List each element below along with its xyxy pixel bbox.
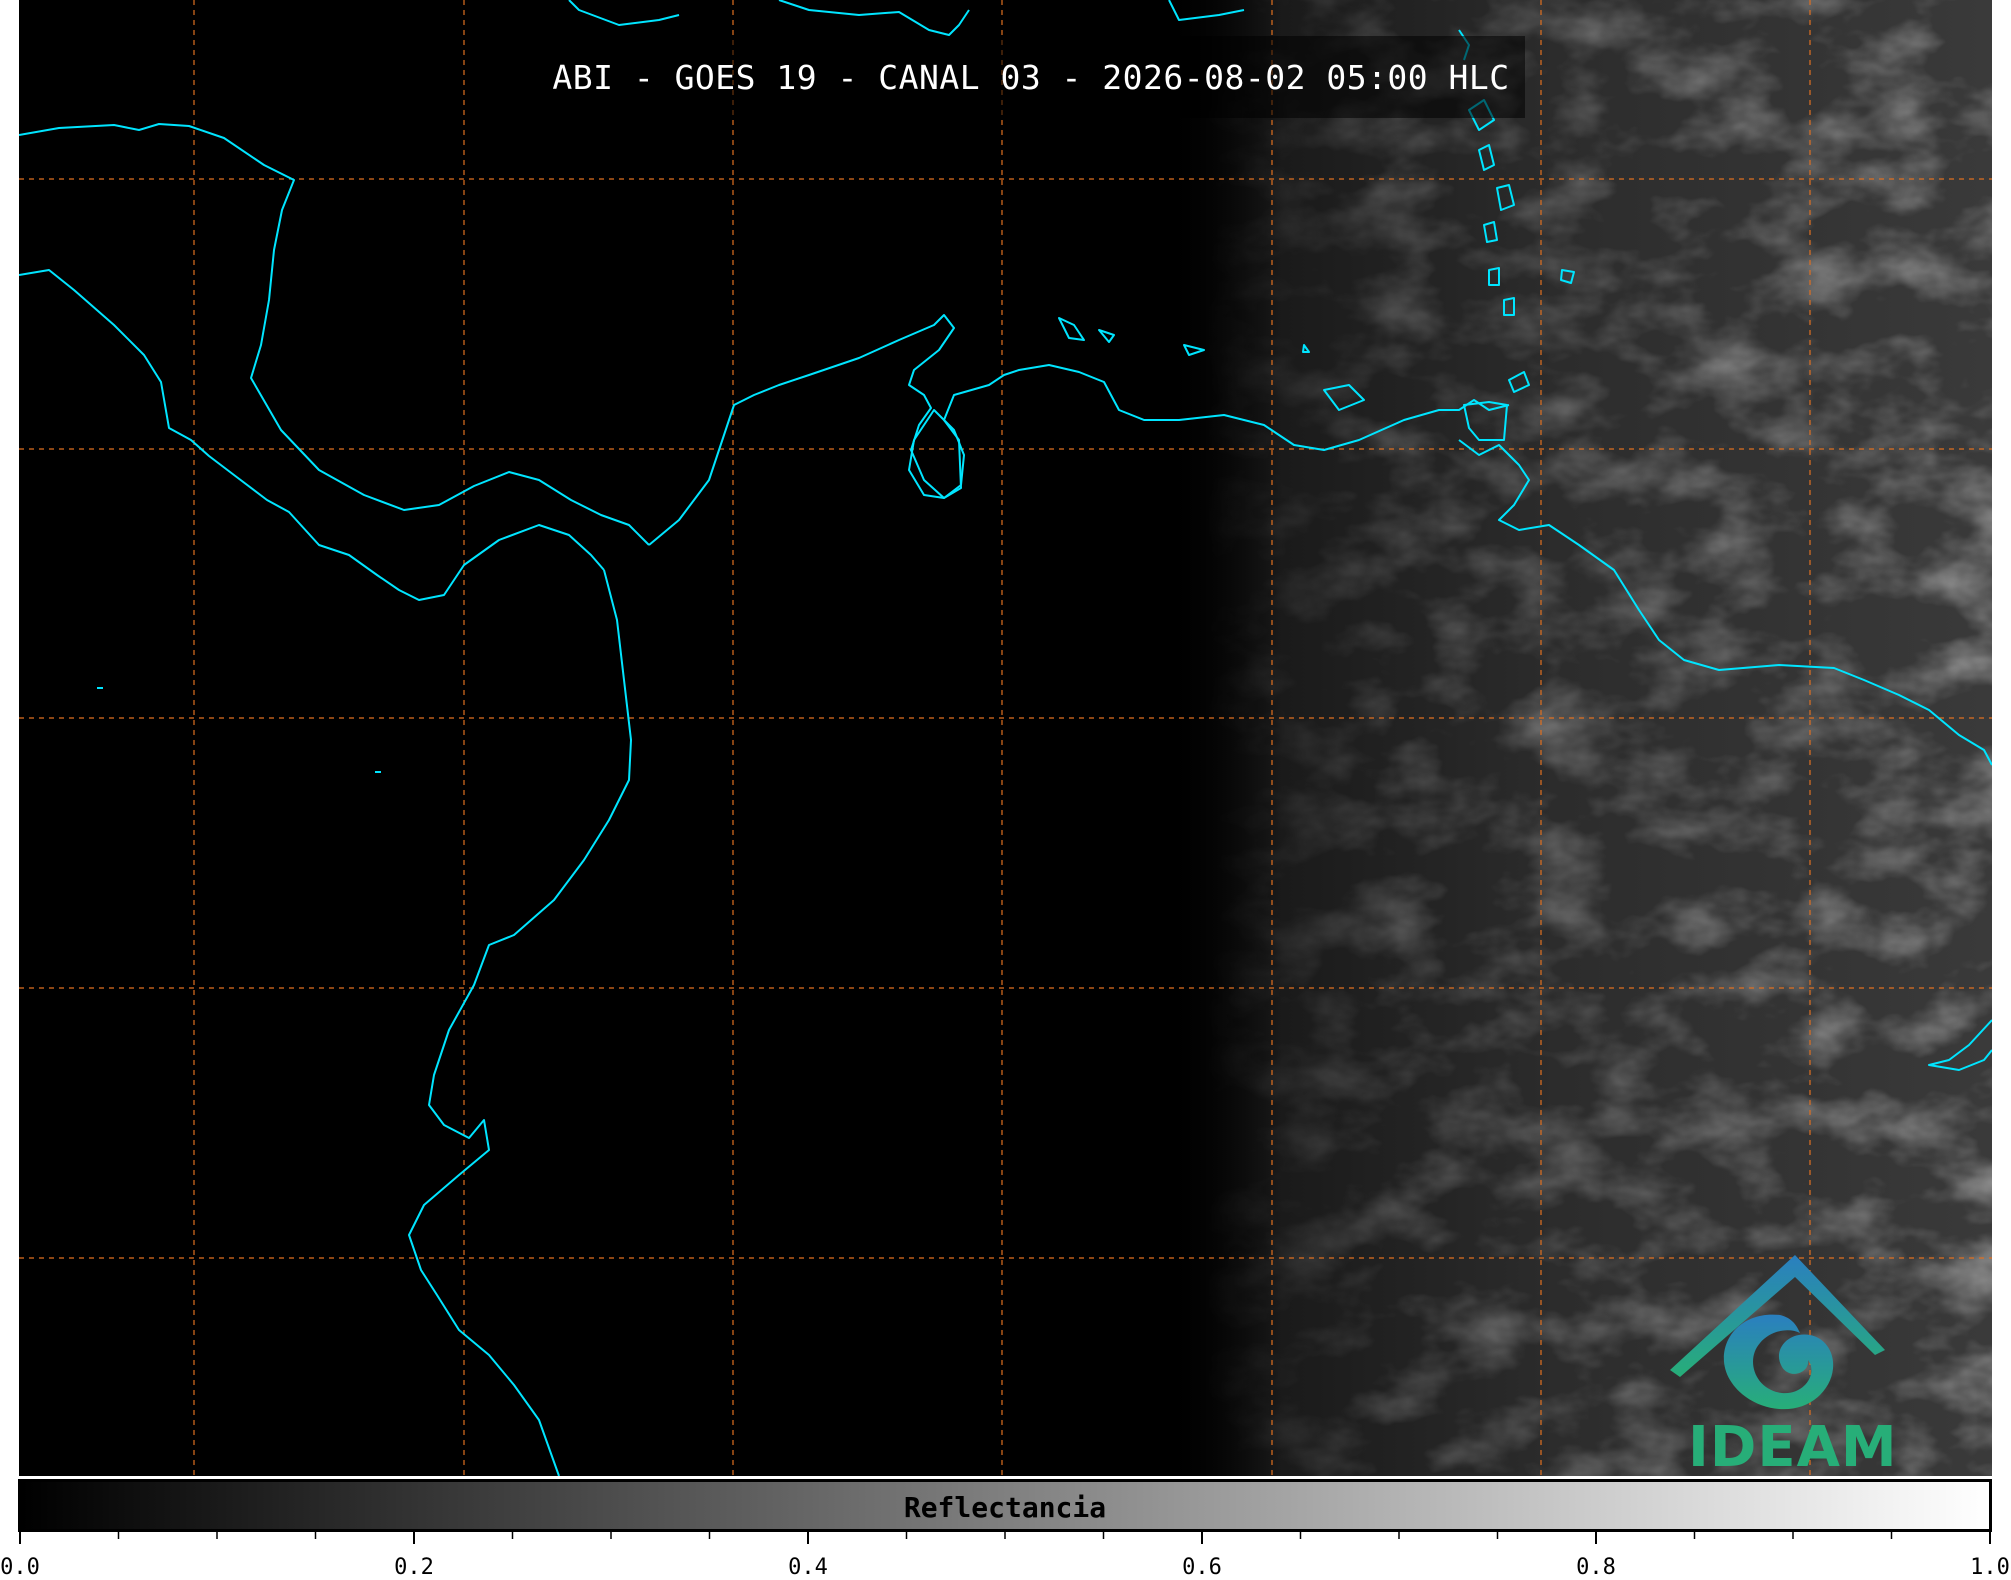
colorbar-tick-label: 0.4 [788,1555,828,1580]
colorbar-ticks [19,1530,1991,1544]
colorbar: Reflectancia [18,1479,1992,1532]
logo-text: IDEAM [1688,1415,1898,1480]
map-title: ABI - GOES 19 - CANAL 03 - 2026-08-02 05… [552,58,1510,97]
title-banner: ABI - GOES 19 - CANAL 03 - 2026-08-02 05… [537,36,1525,118]
colorbar-tick-label: 0.6 [1182,1555,1222,1580]
colorbar-tick-label: 0.8 [1576,1555,1616,1580]
colorbar-tick-label: 0.2 [394,1555,434,1580]
colorbar-tick-label: 1.0 [1970,1555,2010,1580]
colorbar-label: Reflectancia [903,1491,1107,1524]
colorbar-tick-label: 0.0 [0,1555,40,1580]
